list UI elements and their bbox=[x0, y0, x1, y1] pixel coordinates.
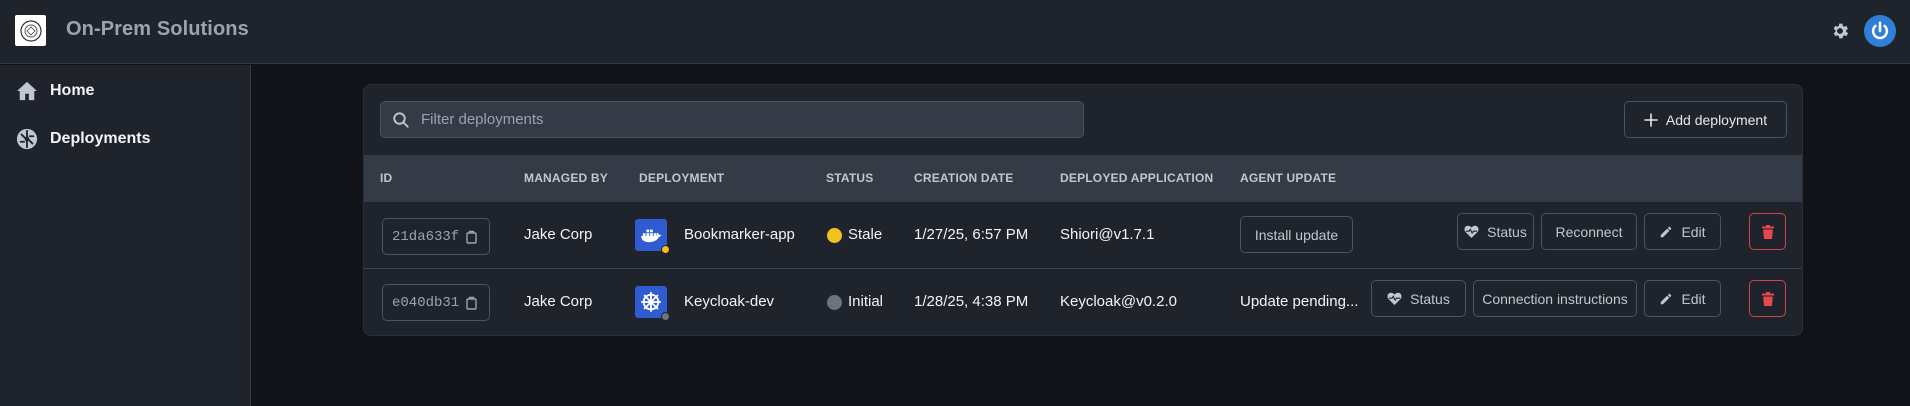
trash-icon bbox=[1761, 291, 1774, 306]
id-copy-field[interactable]: e040db31 bbox=[382, 284, 490, 321]
search-input[interactable] bbox=[421, 102, 1071, 137]
add-deployment-button[interactable]: Add deployment bbox=[1624, 101, 1787, 138]
pencil-icon bbox=[1661, 226, 1672, 237]
search-field[interactable] bbox=[380, 101, 1084, 138]
managed-by: Jake Corp bbox=[524, 226, 593, 243]
column-header-id: ID bbox=[380, 171, 393, 185]
sidebar-item-label: Deployments bbox=[50, 130, 151, 147]
edit-label: Edit bbox=[1681, 290, 1706, 307]
heart-pulse-icon bbox=[1387, 292, 1402, 305]
search-icon bbox=[393, 112, 409, 128]
deployments-icon bbox=[16, 128, 38, 150]
deployed-application: Keycloak@v0.2.0 bbox=[1060, 293, 1177, 310]
home-icon bbox=[17, 81, 37, 101]
delete-button[interactable] bbox=[1749, 213, 1786, 250]
copy-icon[interactable] bbox=[465, 230, 478, 244]
table-header: ID MANAGED BY DEPLOYMENT STATUS CREATION… bbox=[364, 155, 1802, 202]
trash-icon bbox=[1761, 224, 1774, 239]
column-header-status: STATUS bbox=[826, 171, 874, 185]
deployment-status-dot bbox=[661, 245, 670, 254]
heart-pulse-icon bbox=[1464, 225, 1479, 238]
power-icon[interactable] bbox=[1864, 15, 1896, 47]
sidebar-item-deployments[interactable]: Deployments bbox=[16, 124, 150, 154]
reconnect-label: Reconnect bbox=[1555, 223, 1623, 240]
creation-date: 1/27/25, 6:57 PM bbox=[914, 226, 1029, 243]
status-button-label: Status bbox=[1410, 290, 1450, 307]
deployment-name[interactable]: Keycloak-dev bbox=[684, 293, 774, 310]
logo-icon[interactable] bbox=[15, 15, 46, 46]
connection-instructions-label: Connection instructions bbox=[1482, 290, 1628, 307]
table-row: e040db31 Jake Corp Keycloak-dev Initial … bbox=[364, 270, 1802, 337]
column-header-managed-by: MANAGED BY bbox=[524, 171, 609, 185]
column-header-deployment: DEPLOYMENT bbox=[639, 171, 725, 185]
deployment-id: e040db31 bbox=[392, 294, 460, 311]
install-update-label: Install update bbox=[1254, 226, 1339, 243]
status-indicator bbox=[827, 295, 842, 310]
app-title: On-Prem Solutions bbox=[66, 18, 249, 40]
kubernetes-icon bbox=[635, 286, 670, 321]
deployed-application: Shiori@v1.7.1 bbox=[1060, 226, 1155, 243]
id-copy-field[interactable]: 21da633f bbox=[382, 218, 490, 255]
managed-by: Jake Corp bbox=[524, 293, 593, 310]
creation-date: 1/28/25, 4:38 PM bbox=[914, 293, 1029, 310]
edit-label: Edit bbox=[1681, 223, 1706, 240]
plus-icon bbox=[1644, 112, 1658, 127]
status-indicator bbox=[827, 228, 842, 243]
table-row: 21da633f Jake Corp Bookmarker-app Stale … bbox=[364, 202, 1802, 269]
sidebar-item-home[interactable]: Home bbox=[16, 76, 94, 106]
pencil-icon bbox=[1661, 293, 1672, 304]
edit-button[interactable]: Edit bbox=[1644, 280, 1721, 317]
deployment-id: 21da633f bbox=[392, 228, 460, 245]
add-deployment-label: Add deployment bbox=[1665, 111, 1768, 128]
sidebar: Home Deployments bbox=[0, 65, 251, 406]
agent-update-status: Update pending... bbox=[1240, 293, 1359, 310]
reconnect-button[interactable]: Reconnect bbox=[1541, 213, 1637, 250]
column-header-agent-update: AGENT UPDATE bbox=[1240, 171, 1337, 185]
copy-icon[interactable] bbox=[465, 296, 478, 310]
gear-icon[interactable] bbox=[1829, 20, 1851, 42]
edit-button[interactable]: Edit bbox=[1644, 213, 1721, 250]
deployments-card: Add deployment ID MANAGED BY DEPLOYMENT … bbox=[363, 84, 1803, 336]
deployment-name[interactable]: Bookmarker-app bbox=[684, 226, 795, 243]
deployment-status-dot bbox=[661, 312, 670, 321]
status-button-label: Status bbox=[1487, 223, 1527, 240]
column-header-deployed-application: DEPLOYED APPLICATION bbox=[1060, 171, 1214, 185]
column-header-creation-date: CREATION DATE bbox=[914, 171, 1014, 185]
connection-instructions-button[interactable]: Connection instructions bbox=[1473, 280, 1637, 317]
top-bar: On-Prem Solutions bbox=[0, 0, 1910, 64]
install-update-button[interactable]: Install update bbox=[1240, 216, 1353, 253]
status-button[interactable]: Status bbox=[1457, 213, 1534, 250]
docker-icon bbox=[635, 219, 670, 254]
status-button[interactable]: Status bbox=[1371, 280, 1466, 317]
status-text: Initial bbox=[848, 293, 884, 310]
delete-button[interactable] bbox=[1749, 280, 1786, 317]
sidebar-item-label: Home bbox=[50, 82, 95, 99]
status-text: Stale bbox=[848, 226, 883, 243]
